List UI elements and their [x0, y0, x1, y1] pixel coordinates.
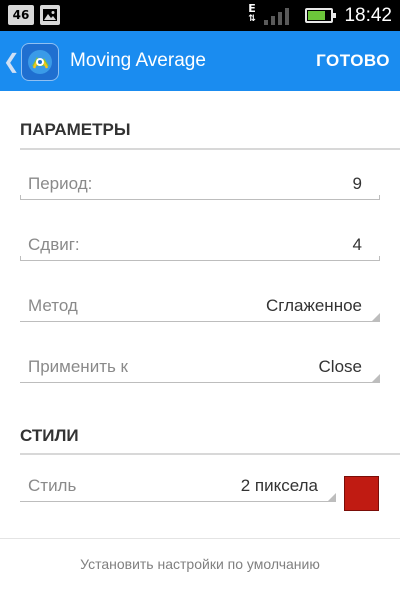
field-underline-tick: [20, 256, 21, 261]
period-field[interactable]: Период: 9: [20, 168, 380, 212]
shift-value[interactable]: 4: [353, 229, 362, 261]
signal-strength-icon: [264, 8, 289, 25]
apply-to-value: Close: [318, 357, 362, 376]
network-badge: 46: [8, 5, 34, 25]
period-label: Период:: [28, 174, 93, 193]
shift-label: Сдвиг:: [28, 235, 80, 254]
dropdown-underline: [20, 382, 380, 383]
line-color-swatch[interactable]: [344, 476, 379, 511]
network-type-icon: E ⇅: [246, 3, 258, 24]
section-divider: [20, 453, 400, 455]
style-label: Стиль: [28, 476, 77, 495]
section-divider: [20, 148, 400, 150]
dropdown-underline: [20, 501, 336, 502]
dropdown-corner-icon: [372, 374, 380, 382]
page-title: Moving Average: [70, 50, 206, 71]
dropdown-corner-icon: [372, 313, 380, 321]
period-value[interactable]: 9: [353, 168, 362, 200]
field-underline: [20, 199, 380, 200]
field-underline-tick: [379, 256, 380, 261]
line-style-dropdown[interactable]: Стиль 2 пиксела: [20, 470, 336, 514]
back-chevron-icon[interactable]: ❮: [3, 49, 20, 73]
metatrader-logo-icon[interactable]: [21, 43, 59, 81]
method-dropdown[interactable]: Метод Сглаженное: [20, 290, 380, 334]
dropdown-corner-icon: [328, 493, 336, 501]
status-bar: 46 E ⇅ 18:42: [0, 0, 400, 31]
style-value: 2 пиксела: [240, 476, 318, 495]
section-header-parameters: ПАРАМЕТРЫ: [20, 120, 131, 139]
footer-divider: [0, 538, 400, 539]
apply-to-dropdown[interactable]: Применить к Close: [20, 351, 380, 395]
field-underline-tick: [20, 195, 21, 200]
status-time: 18:42: [344, 5, 392, 26]
apply-to-label: Применить к: [28, 357, 128, 376]
reset-defaults-button[interactable]: Установить настройки по умолчанию: [0, 556, 400, 572]
dropdown-underline: [20, 321, 380, 322]
section-header-styles: СТИЛИ: [20, 426, 79, 445]
shift-field[interactable]: Сдвиг: 4: [20, 229, 380, 273]
battery-icon: [305, 8, 336, 23]
field-underline: [20, 260, 380, 261]
data-transfer-arrows-icon: ⇅: [248, 14, 256, 24]
field-underline-tick: [379, 195, 380, 200]
gallery-notification-icon: [40, 5, 60, 25]
method-value: Сглаженное: [266, 296, 362, 315]
app-bar: ❮ Moving Average ГОТОВО: [0, 31, 400, 91]
method-label: Метод: [28, 296, 78, 315]
battery-level: [308, 11, 325, 20]
done-button[interactable]: ГОТОВО: [316, 31, 390, 91]
